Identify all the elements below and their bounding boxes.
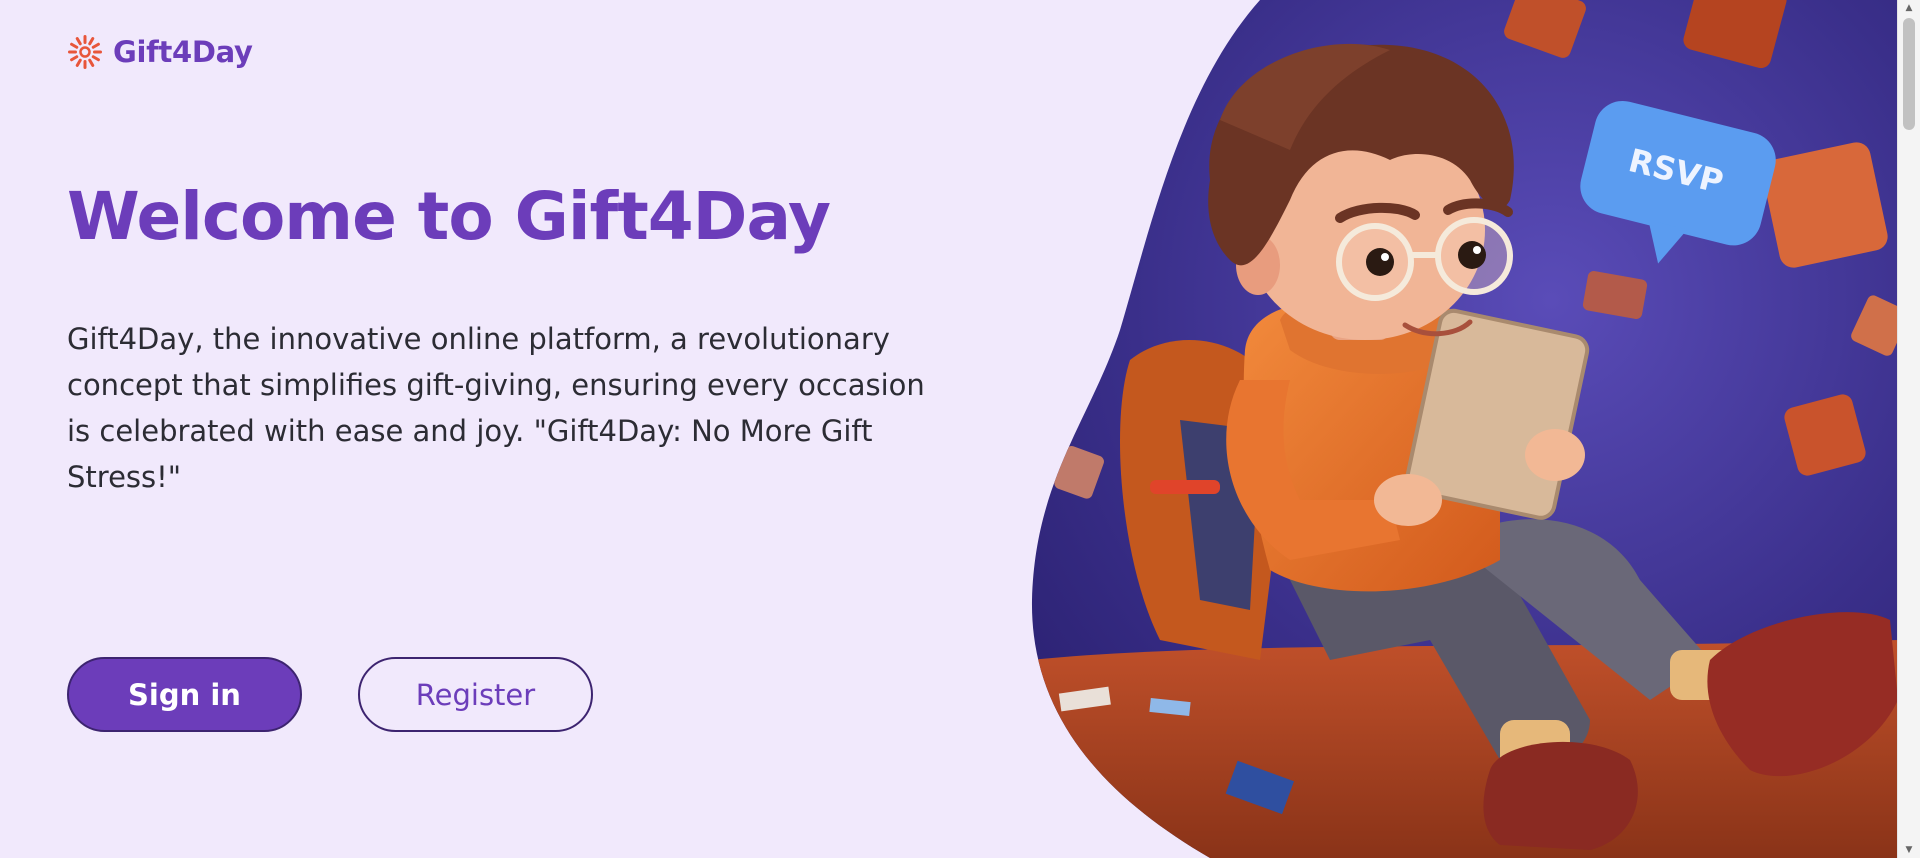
hero-title: Welcome to Gift4Day xyxy=(67,178,831,255)
page-scrollbar[interactable]: ▲ ▼ xyxy=(1897,0,1920,858)
hero-description: Gift4Day, the innovative online platform… xyxy=(67,322,925,494)
landing-page: Gift4Day Welcome to Gift4Day Gift4Day, t… xyxy=(0,0,1920,858)
brand-name: Gift4Day xyxy=(113,35,253,69)
brand-logo[interactable]: Gift4Day xyxy=(67,34,253,70)
register-button[interactable]: Register xyxy=(358,657,593,732)
sign-in-button[interactable]: Sign in xyxy=(67,657,302,732)
scroll-down-arrow-icon[interactable]: ▼ xyxy=(1898,842,1920,858)
scroll-up-arrow-icon[interactable]: ▲ xyxy=(1898,0,1920,16)
scroll-thumb[interactable] xyxy=(1903,18,1915,130)
hero-illustration: RSVP xyxy=(1031,0,1898,858)
sunburst-logo-icon xyxy=(68,35,102,69)
